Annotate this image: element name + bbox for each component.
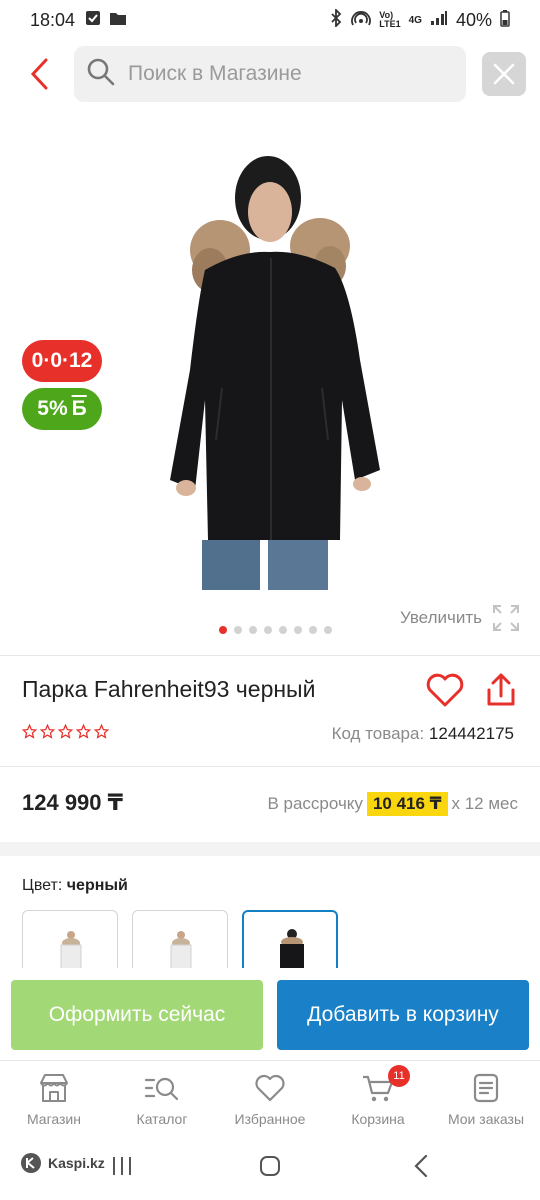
gallery-dot[interactable] xyxy=(323,626,332,634)
hotspot-icon xyxy=(351,9,372,32)
nav-label: Магазин xyxy=(26,1111,81,1127)
star-icon xyxy=(40,724,55,739)
color-swatch-black[interactable] xyxy=(242,910,338,972)
nav-orders[interactable]: Мои заказы xyxy=(432,1061,540,1140)
recent-apps-icon xyxy=(113,1157,131,1175)
product-image[interactable] xyxy=(150,140,390,590)
status-bar: 18:04 Vo) LTE1 4G 40% xyxy=(0,0,540,40)
kaspi-icon xyxy=(21,1153,41,1173)
product-code: Код товара: 124442175 xyxy=(332,724,514,744)
gallery-dot[interactable] xyxy=(218,626,227,634)
bonus-suffix: Б xyxy=(71,397,87,420)
share-button[interactable] xyxy=(484,672,518,713)
home-button[interactable] xyxy=(258,1154,282,1183)
product-gallery[interactable]: 0·0·12 5% Б Увеличить xyxy=(0,110,540,650)
search-icon xyxy=(86,57,116,92)
search-box[interactable] xyxy=(74,46,466,102)
heart-icon xyxy=(426,673,464,707)
recent-apps-button[interactable] xyxy=(110,1154,134,1183)
gallery-dot[interactable] xyxy=(293,626,302,634)
checkbox-icon xyxy=(85,10,101,31)
star-icon xyxy=(22,724,37,739)
favorite-button[interactable] xyxy=(426,672,464,713)
orders-icon xyxy=(473,1073,499,1103)
buy-now-button[interactable]: Оформить сейчас xyxy=(11,980,263,1050)
gallery-pagination[interactable] xyxy=(0,626,540,634)
zoom-label: Увеличить xyxy=(400,608,482,627)
product-code-value: 124442175 xyxy=(428,724,514,743)
system-navigation-bar: Kaspi.kz xyxy=(0,1142,540,1200)
nav-favorites[interactable]: Избранное xyxy=(216,1061,324,1140)
color-value: черный xyxy=(66,877,128,894)
divider xyxy=(0,766,540,767)
star-icon xyxy=(94,724,109,739)
rating-stars[interactable] xyxy=(22,724,109,739)
folder-icon xyxy=(109,10,127,31)
product-code-label: Код товара: xyxy=(331,724,425,743)
bottom-navigation: Магазин Каталог Избранное 11 Корзина Мои… xyxy=(0,1060,540,1140)
signal-icon xyxy=(430,10,448,31)
bonus-badge: 5% Б xyxy=(22,388,102,430)
section-separator xyxy=(0,842,540,856)
nav-label: Избранное xyxy=(234,1111,306,1127)
chevron-left-icon xyxy=(30,58,48,90)
nav-label: Мои заказы xyxy=(447,1111,525,1127)
installment-badge: 0·0·12 xyxy=(22,340,102,382)
clear-search-button[interactable] xyxy=(482,52,526,96)
bonus-percent: 5% xyxy=(37,397,68,420)
back-button[interactable] xyxy=(24,56,56,92)
volte-icon: Vo) LTE1 xyxy=(379,10,401,29)
battery-icon xyxy=(500,9,510,32)
gallery-dot[interactable] xyxy=(248,626,257,634)
installment-amount: 10 416 ₸ xyxy=(366,792,448,816)
installment-prefix: В рассрочку xyxy=(267,794,363,813)
color-swatch-white-1[interactable] xyxy=(22,910,118,972)
nav-label: Корзина xyxy=(351,1111,405,1127)
search-input[interactable] xyxy=(128,62,428,86)
cart-count-badge: 11 xyxy=(388,1065,410,1087)
divider xyxy=(0,655,540,656)
installment-info: В рассрочку 10 416 ₸ х 12 мес xyxy=(267,792,518,816)
nav-shop[interactable]: Магазин xyxy=(0,1061,108,1140)
chevron-left-icon xyxy=(414,1154,428,1178)
close-icon xyxy=(493,63,515,85)
gallery-dot[interactable] xyxy=(308,626,317,634)
color-label: Цвет: черный xyxy=(22,877,128,895)
nav-catalog[interactable]: Каталог xyxy=(108,1061,216,1140)
nav-cart[interactable]: 11 Корзина xyxy=(324,1061,432,1140)
status-indicators: Vo) LTE1 4G 40% xyxy=(329,7,510,32)
heart-icon xyxy=(255,1074,285,1102)
catalog-icon xyxy=(144,1077,179,1101)
installment-suffix: х 12 мес xyxy=(451,794,519,813)
star-icon xyxy=(58,724,73,739)
status-time: 18:04 xyxy=(30,9,76,30)
product-title: Парка Fahrenheit93 черный xyxy=(22,676,316,702)
color-label-text: Цвет: xyxy=(22,877,63,894)
system-back-button[interactable] xyxy=(412,1154,432,1183)
kaspi-logo: Kaspi.kz xyxy=(20,1152,105,1174)
kaspi-brand: Kaspi.kz xyxy=(48,1155,105,1171)
nav-label: Каталог xyxy=(136,1111,188,1127)
gallery-dot[interactable] xyxy=(278,626,287,634)
add-to-cart-button[interactable]: Добавить в корзину xyxy=(277,980,529,1050)
gallery-dot[interactable] xyxy=(263,626,272,634)
bluetooth-icon xyxy=(329,7,343,32)
gallery-dot[interactable] xyxy=(233,626,242,634)
share-icon xyxy=(487,673,515,706)
network-type: 4G xyxy=(408,14,422,26)
color-swatch-white-2[interactable] xyxy=(132,910,228,972)
star-icon xyxy=(76,724,91,739)
home-icon xyxy=(260,1156,280,1176)
shop-icon xyxy=(40,1074,68,1102)
action-bar: Оформить сейчас Добавить в корзину xyxy=(0,968,540,1060)
product-price: 124 990 ₸ xyxy=(22,790,123,815)
battery-level: 40% xyxy=(455,9,492,30)
search-header xyxy=(0,44,540,104)
